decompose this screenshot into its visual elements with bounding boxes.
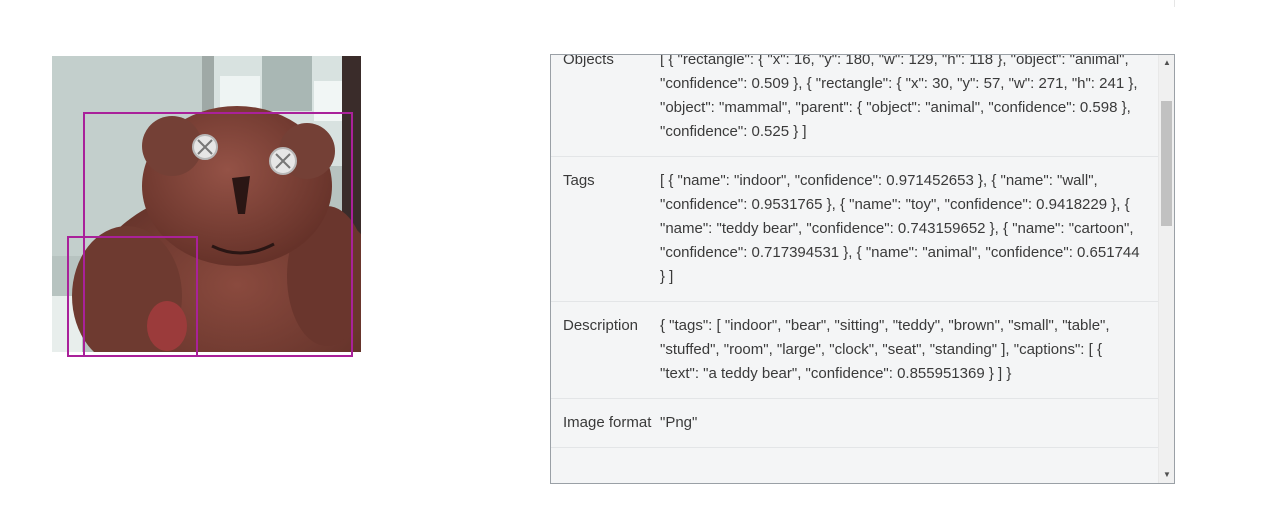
vertical-scrollbar[interactable]: ▲ ▼ <box>1158 55 1174 483</box>
result-row-tags: Tags [ { "name": "indoor", "confidence":… <box>551 157 1158 302</box>
result-value <box>660 448 1155 483</box>
result-value: [ { "name": "indoor", "confidence": 0.97… <box>660 172 1140 285</box>
scrollbar-thumb[interactable] <box>1161 101 1172 226</box>
results-scroll-area[interactable]: Objects [ { "rectangle": { "x": 16, "y":… <box>551 55 1158 483</box>
result-row-next <box>551 448 1158 483</box>
result-key <box>551 448 660 483</box>
result-key: Description <box>563 317 639 334</box>
scroll-down-icon[interactable]: ▼ <box>1159 467 1174 483</box>
results-table: Objects [ { "rectangle": { "x": 16, "y":… <box>551 55 1158 483</box>
page-divider <box>1174 0 1175 7</box>
analysis-results-panel[interactable]: Objects [ { "rectangle": { "x": 16, "y":… <box>550 54 1175 484</box>
result-value: "Png" <box>660 414 698 431</box>
result-row-image-format: Image format "Png" <box>551 399 1158 448</box>
result-value: [ { "rectangle": { "x": 16, "y": 180, "w… <box>660 55 1138 140</box>
result-value: { "tags": [ "indoor", "bear", "sitting",… <box>660 317 1110 382</box>
detection-box-animal <box>67 236 198 357</box>
result-row-objects: Objects [ { "rectangle": { "x": 16, "y":… <box>551 55 1158 157</box>
result-key: Objects <box>563 55 614 68</box>
scroll-up-icon[interactable]: ▲ <box>1159 55 1174 71</box>
result-key: Image format <box>563 414 652 431</box>
result-key: Tags <box>563 172 595 189</box>
result-row-description: Description { "tags": [ "indoor", "bear"… <box>551 302 1158 399</box>
